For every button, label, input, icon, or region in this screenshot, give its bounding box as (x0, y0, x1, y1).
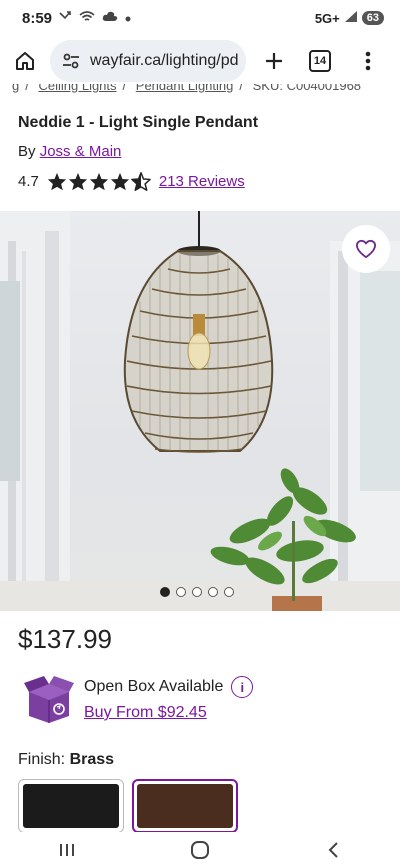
sku-label: SKU: C004001968 (252, 84, 362, 93)
carousel-dot[interactable] (176, 587, 186, 597)
home-nav-button[interactable] (170, 835, 230, 865)
site-settings-icon[interactable] (62, 53, 84, 69)
network-type: 5G+ (314, 10, 340, 26)
finish-swatch-brass[interactable] (132, 779, 238, 833)
product-image-carousel[interactable] (0, 211, 400, 611)
info-icon[interactable]: i (231, 676, 254, 698)
product-price: $137.99 (18, 624, 112, 654)
carousel-dot[interactable] (224, 587, 234, 597)
recents-button[interactable] (37, 835, 97, 865)
wifi-call-icon (79, 10, 95, 26)
tab-switcher-button[interactable]: 14 (302, 38, 338, 84)
finish-value: Brass (69, 751, 115, 768)
swatch-fill (23, 784, 119, 828)
browser-toolbar: wayfair.ca/lighting/pd 14 (0, 38, 400, 84)
notification-dot-icon (125, 11, 131, 25)
brand-byline: By Joss & Main (18, 143, 121, 160)
cloud-icon (102, 11, 118, 25)
heart-icon (355, 239, 376, 259)
rating-row: 4.7 213 Reviews (18, 172, 245, 191)
star-icon (68, 172, 87, 191)
product-title: Neddie 1 - Light Single Pendant (18, 114, 259, 131)
signal-icon (344, 10, 358, 26)
address-bar[interactable]: wayfair.ca/lighting/pd (50, 40, 246, 82)
carousel-dots (160, 587, 234, 597)
open-box-label: Open Box Available (84, 678, 224, 695)
carousel-dot[interactable] (192, 587, 202, 597)
more-vert-icon (365, 51, 371, 71)
reviews-link[interactable]: 213 Reviews (159, 173, 245, 190)
brand-link[interactable]: Joss & Main (40, 143, 122, 160)
home-icon (16, 52, 34, 70)
finish-swatch-black[interactable] (18, 779, 124, 833)
finish-prefix: Finish: (18, 751, 66, 768)
buy-open-box-link[interactable]: Buy From $92.45 (84, 704, 253, 722)
swatch-fill (137, 784, 233, 828)
carousel-dot[interactable] (208, 587, 218, 597)
recents-icon (59, 843, 74, 856)
star-half-icon (131, 172, 151, 191)
rating-value: 4.7 (18, 173, 39, 190)
home-circle-icon (190, 840, 209, 859)
breadcrumb-item[interactable]: g (12, 84, 19, 93)
back-button[interactable] (303, 835, 363, 865)
tab-count: 14 (309, 50, 331, 72)
carousel-dot[interactable] (160, 587, 170, 597)
url-text: wayfair.ca/lighting/pd (90, 52, 239, 69)
by-prefix: By (18, 143, 36, 160)
status-time: 8:59 (22, 9, 53, 27)
status-bar: 8:59 5G+ 63 (0, 0, 400, 36)
star-icon (89, 172, 108, 191)
browser-menu-button[interactable] (338, 38, 398, 84)
system-nav-bar (0, 832, 400, 867)
new-tab-button[interactable] (246, 38, 302, 84)
missed-call-icon (59, 10, 72, 26)
breadcrumb: g / Ceiling Lights / Pendant Lighting / SKU… (12, 84, 400, 98)
home-button[interactable] (0, 38, 50, 84)
star-rating (47, 172, 151, 191)
back-chevron-icon (328, 841, 339, 858)
finish-label: Finish: Brass (18, 751, 114, 769)
breadcrumb-item-pendant-lighting[interactable]: Pendant Lighting (136, 84, 234, 93)
plus-icon (266, 53, 282, 69)
star-icon (110, 172, 129, 191)
favorite-button[interactable] (342, 225, 390, 273)
open-box-section: Open Box Available i Buy From $92.45 (24, 676, 254, 724)
breadcrumb-item-ceiling-lights[interactable]: Ceiling Lights (38, 84, 116, 93)
product-image (0, 211, 400, 611)
open-box-icon (24, 676, 74, 723)
star-icon (47, 172, 66, 191)
battery-indicator: 63 (361, 11, 384, 25)
